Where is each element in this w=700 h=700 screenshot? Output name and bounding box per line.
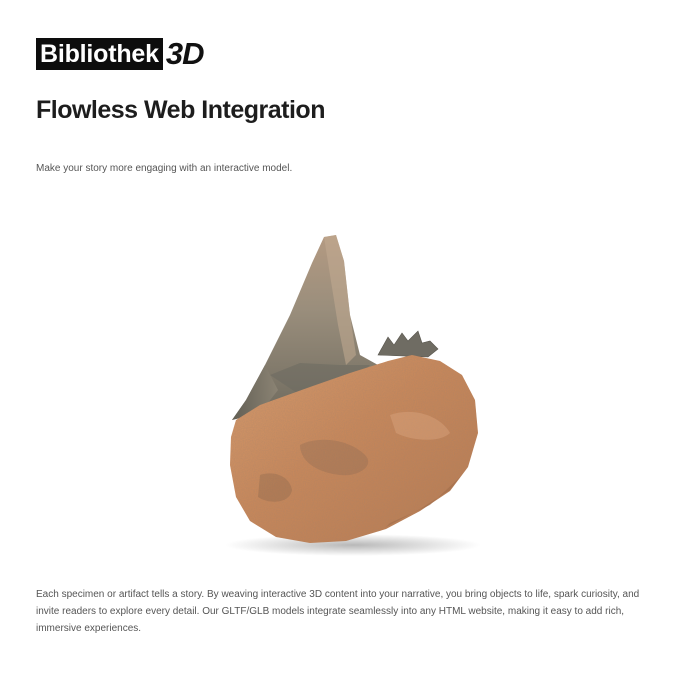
fossil-model-render: [225, 235, 481, 556]
brand-name: Bibliothek: [36, 38, 163, 70]
body-text: Each specimen or artifact tells a story.…: [36, 589, 640, 634]
page-title: Flowless Web Integration: [36, 96, 325, 124]
page-subtitle: Make your story more engaging with an in…: [36, 163, 293, 174]
model-viewer[interactable]: [150, 215, 550, 570]
brand-suffix: 3D: [165, 36, 205, 71]
brand-logo[interactable]: Bibliothek 3D: [36, 36, 205, 71]
